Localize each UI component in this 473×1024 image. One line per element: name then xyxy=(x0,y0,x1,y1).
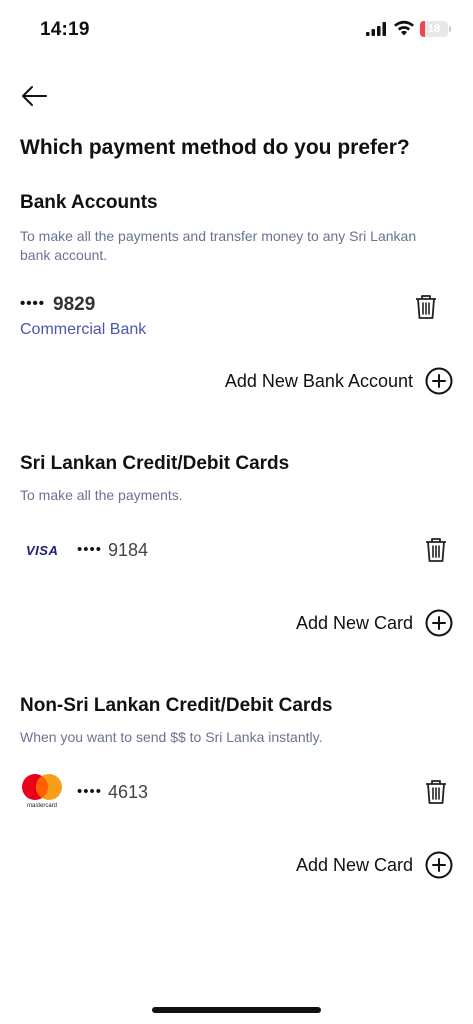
mastercard-circles-icon xyxy=(22,774,62,800)
add-bank-account-label: Add New Bank Account xyxy=(224,370,413,391)
battery-indicator: 18 xyxy=(420,21,452,37)
status-bar: 14:19 18 xyxy=(0,0,473,60)
bank-accounts-title: Bank Accounts xyxy=(20,192,158,213)
last-four-digits: 9829 xyxy=(53,294,96,315)
bank-accounts-description: To make all the payments and transfer mo… xyxy=(20,228,417,263)
last-four-digits: 4613 xyxy=(108,782,149,802)
battery-level: 18 xyxy=(427,23,441,35)
local-card-item[interactable]: VISA •••• 9184 xyxy=(20,530,450,570)
plus-circle-icon xyxy=(425,367,453,395)
page-title: Which payment method do you prefer? xyxy=(20,136,410,159)
add-local-card-label: Add New Card xyxy=(295,612,413,633)
foreign-cards-description: When you want to send $$ to Sri Lanka in… xyxy=(20,729,323,745)
home-indicator[interactable] xyxy=(152,1007,321,1013)
masked-digits: •••• xyxy=(20,295,46,312)
add-foreign-card-label: Add New Card xyxy=(295,854,413,875)
plus-circle-icon xyxy=(425,609,453,637)
masked-digits: •••• xyxy=(77,541,103,558)
battery-cap xyxy=(449,26,451,32)
add-bank-account-button[interactable]: Add New Bank Account xyxy=(225,366,453,396)
masked-digits: •••• xyxy=(77,783,103,800)
foreign-cards-title: Non-Sri Lankan Credit/Debit Cards xyxy=(20,695,333,716)
mastercard-logo: mastercard xyxy=(20,772,64,812)
trash-icon[interactable] xyxy=(424,779,448,805)
add-foreign-card-button[interactable]: Add New Card xyxy=(296,850,453,880)
last-four-digits: 9184 xyxy=(108,540,149,560)
local-cards-description: To make all the payments. xyxy=(20,487,183,503)
trash-icon[interactable] xyxy=(414,294,438,320)
cellular-signal-icon xyxy=(366,22,386,36)
bank-account-number: •••• 9829 xyxy=(20,294,95,316)
foreign-card-item[interactable]: mastercard •••• 4613 xyxy=(20,772,450,812)
status-time: 14:19 xyxy=(40,19,90,40)
wifi-icon xyxy=(394,20,414,36)
battery-body: 18 xyxy=(420,21,448,37)
card-number: •••• 9184 xyxy=(77,540,148,561)
plus-circle-icon xyxy=(425,851,453,879)
trash-icon[interactable] xyxy=(424,537,448,563)
add-local-card-button[interactable]: Add New Card xyxy=(296,608,453,638)
bank-account-item[interactable]: •••• 9829 Commercial Bank xyxy=(20,294,450,344)
mastercard-wordmark: mastercard xyxy=(26,803,57,809)
visa-logo: VISA xyxy=(26,543,59,558)
local-cards-title: Sri Lankan Credit/Debit Cards xyxy=(20,453,290,474)
bank-name: Commercial Bank xyxy=(20,321,147,338)
arrow-left-icon[interactable] xyxy=(18,82,50,110)
card-number: •••• 4613 xyxy=(77,782,148,803)
